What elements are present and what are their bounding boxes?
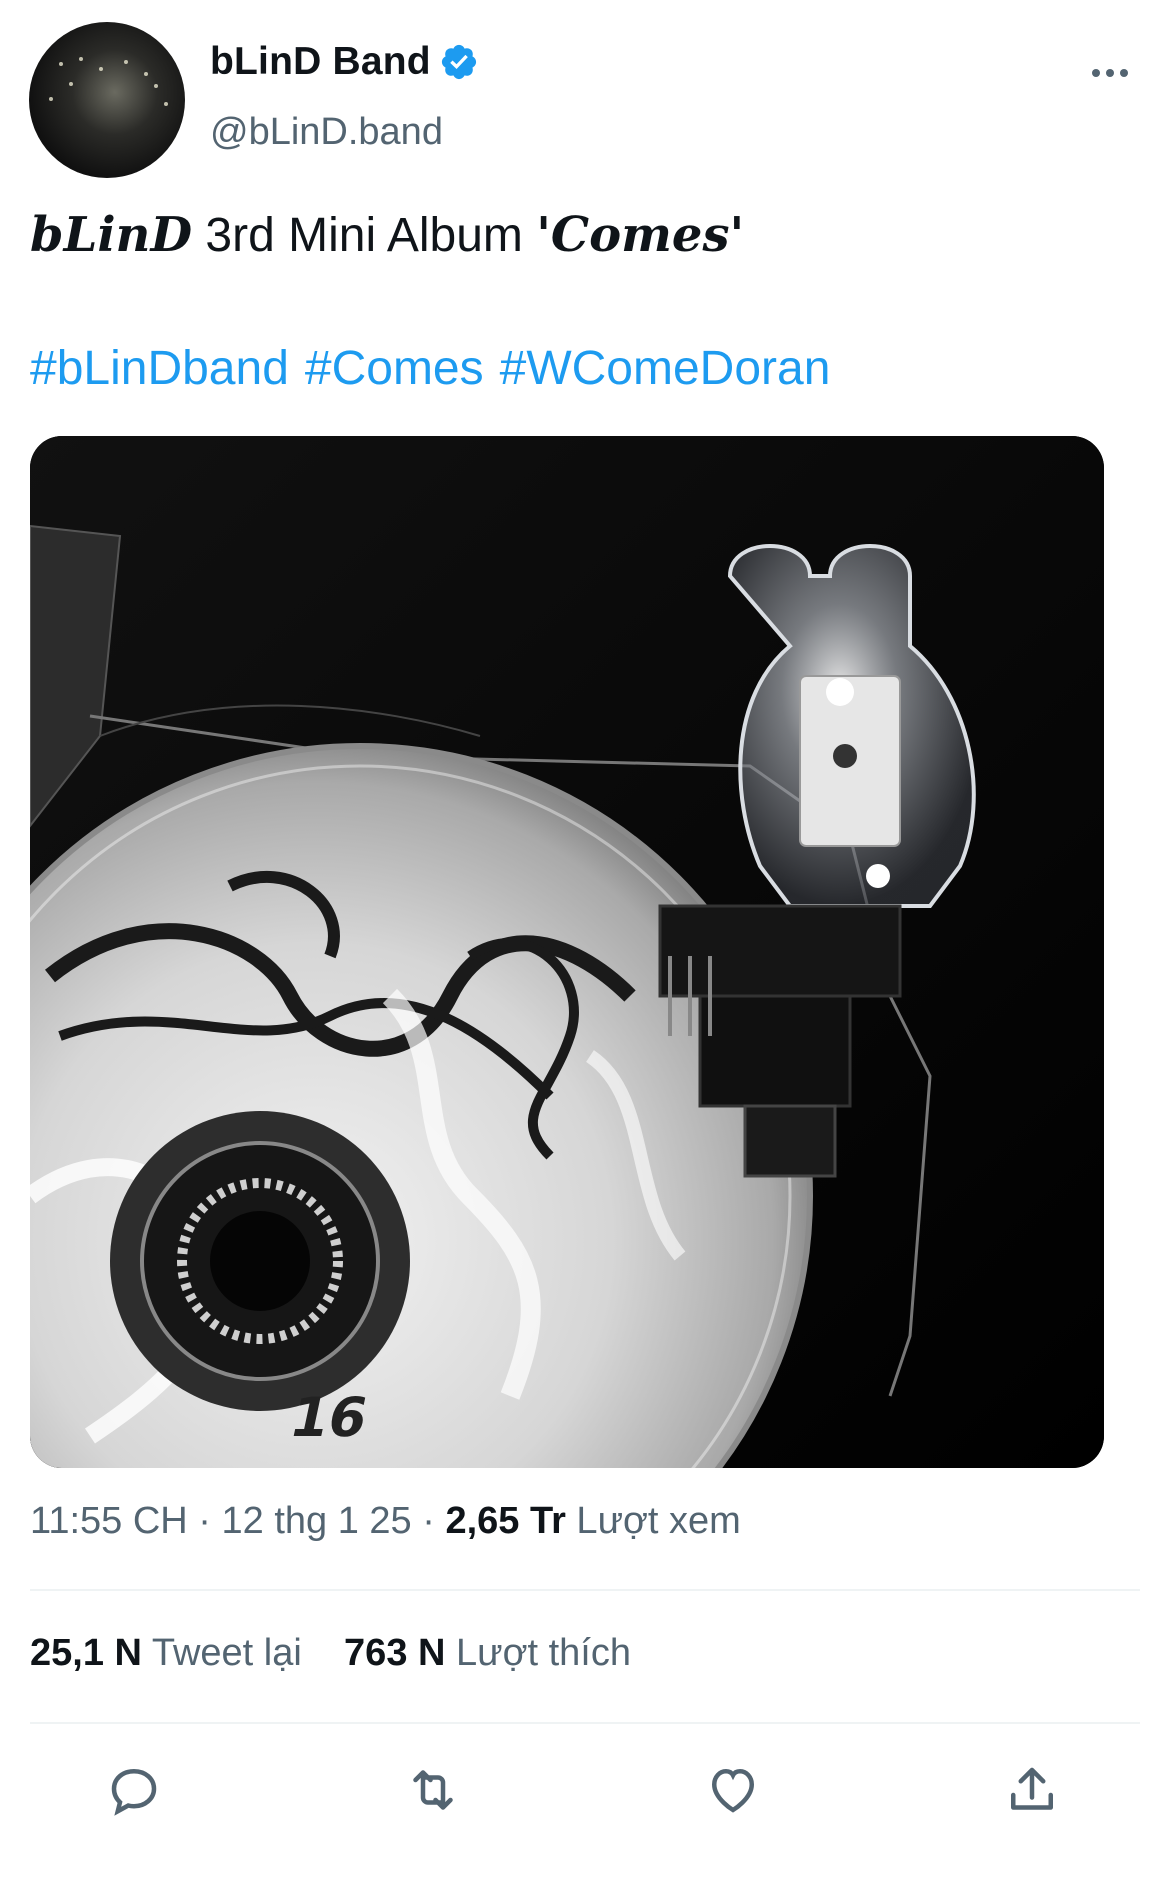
divider xyxy=(30,1722,1140,1724)
tweet-middle: 3rd Mini Album xyxy=(192,209,537,262)
reply-button[interactable] xyxy=(99,1755,169,1825)
tweet-quote-close: ' xyxy=(729,207,745,263)
tweet-meta: 11:55 CH · 12 thg 1 25 · 2,65 Tr Lượt xe… xyxy=(30,1497,741,1545)
share-icon xyxy=(1011,1767,1053,1810)
heart-icon xyxy=(711,1768,755,1813)
views-label: Lượt xem xyxy=(565,1500,741,1542)
svg-text:16: 16 xyxy=(285,1386,374,1449)
like-button[interactable] xyxy=(698,1755,768,1825)
tweet-brand: bLinD xyxy=(30,207,193,263)
album-photo: 16 xyxy=(30,436,1104,1468)
retweet-icon xyxy=(413,1770,453,1810)
tweet-title: Comes xyxy=(550,207,730,263)
tweet-time: 11:55 CH xyxy=(30,1500,188,1542)
verified-badge-icon xyxy=(441,44,476,80)
views-count: 2,65 Tr xyxy=(445,1500,566,1542)
retweets-label[interactable]: Tweet lại xyxy=(142,1632,302,1674)
hashtags: #bLinDband #Comes #WComeDoran xyxy=(30,340,830,398)
author-name-row[interactable]: bLinD Band xyxy=(210,38,479,86)
tweet-image[interactable]: 16 xyxy=(30,436,1104,1468)
hashtag-link[interactable]: #Comes xyxy=(305,340,484,398)
display-name[interactable]: bLinD Band xyxy=(210,38,431,86)
more-options-icon[interactable] xyxy=(1080,58,1140,88)
hashtag-link[interactable]: #WComeDoran xyxy=(500,340,831,398)
tweet-quote-open: ' xyxy=(536,207,551,263)
share-button[interactable] xyxy=(997,1755,1067,1825)
retweets-count[interactable]: 25,1 N xyxy=(30,1632,142,1674)
action-bar xyxy=(0,1755,1170,1835)
likes-count[interactable]: 763 N xyxy=(344,1632,445,1674)
tweet-date: 12 thg 1 25 xyxy=(221,1500,412,1542)
avatar[interactable] xyxy=(29,22,185,178)
tweet-stats: 25,1 N Tweet lại 763 N Lượt thích xyxy=(30,1629,631,1677)
divider xyxy=(30,1589,1140,1591)
meta-separator: · xyxy=(411,1500,446,1542)
handle[interactable]: @bLinD.band xyxy=(210,108,443,156)
tweet-text: bLinD 3rd Mini Album 'Comes' xyxy=(30,206,744,265)
reply-icon xyxy=(111,1768,157,1816)
likes-label[interactable]: Lượt thích xyxy=(445,1632,631,1674)
meta-separator: · xyxy=(187,1500,222,1542)
hashtag-link[interactable]: #bLinDband xyxy=(30,340,289,398)
retweet-button[interactable] xyxy=(398,1755,468,1825)
